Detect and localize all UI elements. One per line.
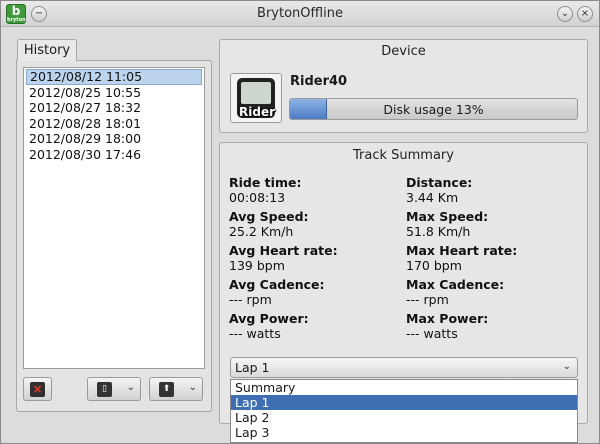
max-power-value: --- watts <box>406 326 458 341</box>
avg-cadence-label: Avg Cadence: <box>229 277 325 292</box>
chevron-down-icon: ⌄ <box>560 8 570 19</box>
lap-option-summary[interactable]: Summary <box>231 380 577 395</box>
max-heart-rate-label: Max Heart rate: <box>406 243 518 258</box>
history-item[interactable]: 2012/08/30 17:46 <box>26 147 202 163</box>
lap-select[interactable]: Lap 1 ⌄ <box>230 357 578 378</box>
lap-select-value: Lap 1 <box>235 360 270 375</box>
close-icon: × <box>580 8 590 19</box>
max-power-label: Max Power: <box>406 311 489 326</box>
history-list[interactable]: 2012/08/12 11:05 2012/08/25 10:55 2012/0… <box>23 67 205 369</box>
history-item[interactable]: 2012/08/29 18:00 <box>26 131 202 147</box>
distance-value: 3.44 Km <box>406 190 459 205</box>
disk-usage-bar: Disk usage 13% <box>289 98 578 120</box>
avg-heart-rate-value: 139 bpm <box>229 258 285 273</box>
export-button[interactable]: ▯ ⌄ <box>87 377 141 401</box>
max-cadence-value: --- rpm <box>406 292 449 307</box>
track-summary-title: Track Summary <box>353 148 454 163</box>
device-panel-title: Device <box>381 44 426 59</box>
lap-dropdown-list[interactable]: Summary Lap 1 Lap 2 Lap 3 <box>230 379 578 443</box>
lap-option-lap-3[interactable]: Lap 3 <box>231 425 577 440</box>
distance-label: Distance: <box>406 175 473 190</box>
history-item[interactable]: 2012/08/25 10:55 <box>26 85 202 101</box>
export-icon: ▯ <box>97 382 112 397</box>
upload-button[interactable]: ⬆ ⌄ <box>149 377 203 401</box>
avg-power-value: --- watts <box>229 326 281 341</box>
disk-usage-text: Disk usage 13% <box>383 102 484 117</box>
avg-heart-rate-label: Avg Heart rate: <box>229 243 338 258</box>
window-title: BrytonOffline <box>257 6 343 21</box>
lap-option-lap-1[interactable]: Lap 1 <box>231 395 577 410</box>
avg-power-label: Avg Power: <box>229 311 309 326</box>
upload-icon: ⬆ <box>159 382 174 397</box>
close-button[interactable]: × <box>577 6 593 22</box>
ride-time-label: Ride time: <box>229 175 302 190</box>
device-image-label: Rider <box>239 105 275 119</box>
avg-speed-value: 25.2 Km/h <box>229 224 294 239</box>
device-name: Rider40 <box>290 74 348 89</box>
tab-history[interactable]: History <box>17 39 77 61</box>
max-cadence-label: Max Cadence: <box>406 277 505 292</box>
max-speed-label: Max Speed: <box>406 209 489 224</box>
avg-cadence-value: --- rpm <box>229 292 272 307</box>
avg-speed-label: Avg Speed: <box>229 209 309 224</box>
chevron-down-icon: ⌄ <box>188 382 197 393</box>
lap-option-lap-2[interactable]: Lap 2 <box>231 410 577 425</box>
title-bar: b bryton − BrytonOffline ⌄ × <box>1 1 599 27</box>
device-image: Rider <box>230 73 282 123</box>
history-item[interactable]: 2012/08/27 18:32 <box>26 100 202 116</box>
ride-time-value: 00:08:13 <box>229 190 286 205</box>
history-item[interactable]: 2012/08/12 11:05 <box>26 69 202 85</box>
device-screen-icon <box>241 82 271 104</box>
delete-button[interactable]: × <box>23 377 52 401</box>
chevron-down-icon: ⌄ <box>126 382 135 393</box>
max-heart-rate-value: 170 bpm <box>406 258 462 273</box>
minimize-button[interactable]: ⌄ <box>557 6 573 22</box>
history-item[interactable]: 2012/08/28 18:01 <box>26 116 202 132</box>
max-speed-value: 51.8 Km/h <box>406 224 471 239</box>
app-window: b bryton − BrytonOffline ⌄ × History 201… <box>0 0 600 444</box>
delete-icon: × <box>30 382 45 397</box>
chevron-down-icon: ⌄ <box>562 361 571 372</box>
